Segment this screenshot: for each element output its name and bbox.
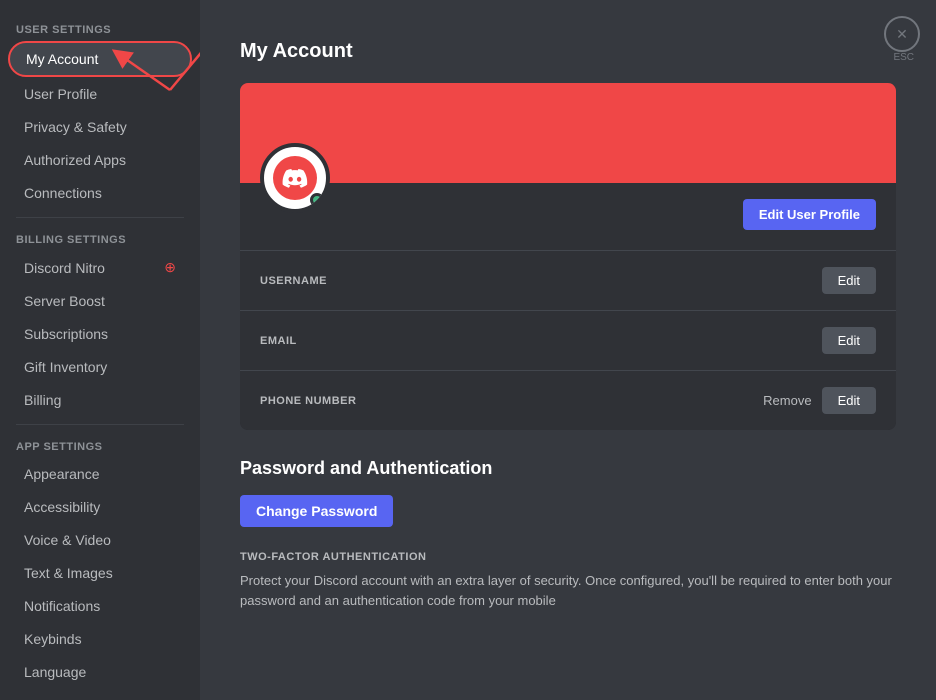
close-button[interactable]: ✕ bbox=[884, 16, 920, 52]
avatar bbox=[260, 143, 330, 213]
email-actions: Edit bbox=[822, 327, 876, 354]
sidebar-item-privacy-safety[interactable]: Privacy & Safety bbox=[8, 111, 192, 143]
app-settings-label: APP SETTINGS bbox=[0, 433, 200, 457]
phone-label: PHONE NUMBER bbox=[260, 395, 356, 407]
sidebar-item-keybinds[interactable]: Keybinds bbox=[8, 623, 192, 655]
edit-profile-button[interactable]: Edit User Profile bbox=[743, 199, 876, 230]
username-actions: Edit bbox=[822, 267, 876, 294]
page-title: My Account bbox=[240, 40, 896, 63]
two-factor-description: Protect your Discord account with an ext… bbox=[240, 571, 896, 610]
sidebar-item-notifications[interactable]: Notifications bbox=[8, 590, 192, 622]
two-factor-label: TWO-FACTOR AUTHENTICATION bbox=[240, 551, 896, 563]
profile-card: Edit User Profile USERNAME Edit EMAIL Ed… bbox=[240, 83, 896, 430]
email-edit-button[interactable]: Edit bbox=[822, 327, 876, 354]
username-edit-button[interactable]: Edit bbox=[822, 267, 876, 294]
sidebar-item-user-profile[interactable]: User Profile bbox=[8, 78, 192, 110]
sidebar: USER SETTINGS My Account User Profile Pr… bbox=[0, 0, 200, 700]
sidebar-item-subscriptions[interactable]: Subscriptions bbox=[8, 318, 192, 350]
email-label: EMAIL bbox=[260, 335, 297, 347]
sidebar-item-connections[interactable]: Connections bbox=[8, 177, 192, 209]
username-field-row: USERNAME Edit bbox=[240, 250, 896, 310]
phone-actions: Remove Edit bbox=[763, 387, 876, 414]
nitro-badge-icon: ⊕ bbox=[164, 259, 176, 276]
sidebar-item-discord-nitro[interactable]: Discord Nitro ⊕ bbox=[8, 251, 192, 284]
sidebar-item-streamer-mode[interactable]: Streamer Mode bbox=[8, 689, 192, 700]
sidebar-item-appearance[interactable]: Appearance bbox=[8, 458, 192, 490]
discord-nitro-label: Discord Nitro bbox=[24, 260, 105, 276]
close-icon: ✕ bbox=[896, 26, 908, 43]
username-label: USERNAME bbox=[260, 275, 327, 287]
profile-info-row: Edit User Profile bbox=[240, 183, 896, 250]
change-password-button[interactable]: Change Password bbox=[240, 495, 393, 527]
sidebar-item-gift-inventory[interactable]: Gift Inventory bbox=[8, 351, 192, 383]
password-section-title: Password and Authentication bbox=[240, 458, 896, 479]
sidebar-item-language[interactable]: Language bbox=[8, 656, 192, 688]
sidebar-item-text-images[interactable]: Text & Images bbox=[8, 557, 192, 589]
phone-edit-button[interactable]: Edit bbox=[822, 387, 876, 414]
user-settings-label: USER SETTINGS bbox=[0, 16, 200, 40]
sidebar-item-my-account[interactable]: My Account bbox=[8, 41, 192, 77]
email-field-row: EMAIL Edit bbox=[240, 310, 896, 370]
phone-field-row: PHONE NUMBER Remove Edit bbox=[240, 370, 896, 430]
profile-banner bbox=[240, 83, 896, 183]
sidebar-item-server-boost[interactable]: Server Boost bbox=[8, 285, 192, 317]
sidebar-item-authorized-apps[interactable]: Authorized Apps bbox=[8, 144, 192, 176]
status-dot bbox=[310, 193, 324, 207]
sidebar-item-accessibility[interactable]: Accessibility bbox=[8, 491, 192, 523]
password-section: Password and Authentication Change Passw… bbox=[240, 458, 896, 610]
phone-remove-link[interactable]: Remove bbox=[763, 393, 811, 408]
sidebar-divider-billing bbox=[16, 217, 184, 218]
billing-settings-label: BILLING SETTINGS bbox=[0, 226, 200, 250]
sidebar-item-voice-video[interactable]: Voice & Video bbox=[8, 524, 192, 556]
sidebar-divider-app bbox=[16, 424, 184, 425]
sidebar-item-billing[interactable]: Billing bbox=[8, 384, 192, 416]
main-content: ✕ ESC My Account Edit User Profile bbox=[200, 0, 936, 700]
avatar-container bbox=[260, 143, 330, 213]
fields-section: USERNAME Edit EMAIL Edit PHONE NUMBER Re… bbox=[240, 250, 896, 430]
esc-label: ESC bbox=[893, 52, 914, 63]
